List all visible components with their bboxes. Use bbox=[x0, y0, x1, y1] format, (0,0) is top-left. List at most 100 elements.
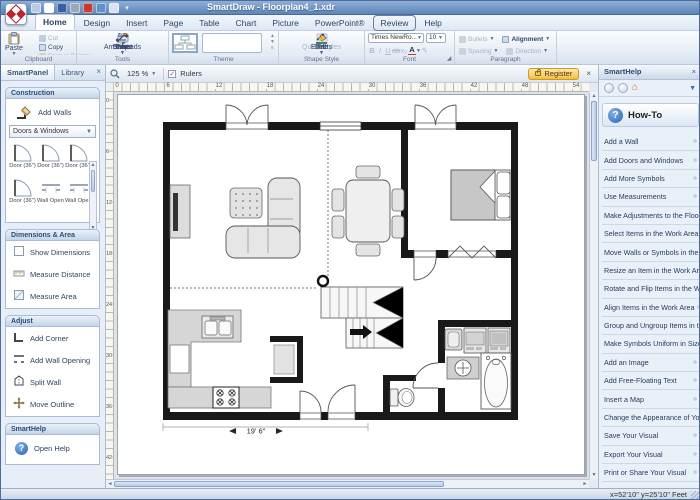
ottoman[interactable] bbox=[230, 188, 262, 218]
drawing-viewport[interactable]: 19' 6" bbox=[114, 92, 589, 479]
smartpanel-close-icon[interactable]: × bbox=[92, 65, 105, 80]
picture-icon[interactable] bbox=[96, 3, 106, 13]
refrigerator[interactable] bbox=[170, 345, 189, 373]
bathtub[interactable] bbox=[481, 353, 511, 409]
email-icon[interactable] bbox=[83, 3, 93, 13]
dining-table[interactable] bbox=[346, 180, 390, 242]
tab-design[interactable]: Design bbox=[77, 16, 117, 30]
kitchen[interactable] bbox=[168, 310, 294, 408]
add-wall-opening-button[interactable]: Add Wall Opening bbox=[6, 349, 99, 371]
layout-icon[interactable] bbox=[109, 3, 119, 13]
smarthelp-close-icon[interactable]: × bbox=[692, 65, 696, 79]
dryer[interactable] bbox=[488, 328, 510, 353]
alignment-button[interactable]: Alignment▼ bbox=[502, 35, 550, 43]
dining-set[interactable] bbox=[332, 166, 404, 256]
split-wall-button[interactable]: Split Wall bbox=[6, 371, 99, 393]
smarthelp-section-header[interactable]: SmartHelp bbox=[5, 423, 100, 435]
rulers-checkbox[interactable]: ✓ bbox=[168, 70, 176, 78]
howto-item-15[interactable]: Insert a Map» bbox=[602, 390, 699, 408]
scroll-down-arrow[interactable]: ▼ bbox=[590, 471, 598, 479]
bullets-button[interactable]: Bullets▼ bbox=[459, 35, 494, 43]
howto-item-14[interactable]: Add Free-Floating Text» bbox=[602, 372, 699, 390]
howto-item-10[interactable]: Align Items in the Work Area» bbox=[602, 299, 699, 317]
howto-item-8[interactable]: Resize an Item in the Work Area» bbox=[602, 262, 699, 280]
washer[interactable] bbox=[464, 328, 486, 353]
add-corner-button[interactable]: Add Corner bbox=[6, 327, 99, 349]
howto-item-13[interactable]: Add an Image» bbox=[602, 354, 699, 372]
stove[interactable] bbox=[213, 387, 239, 408]
tab-insert[interactable]: Insert bbox=[119, 16, 154, 30]
living-room[interactable] bbox=[170, 178, 300, 258]
nav-back-icon[interactable] bbox=[604, 83, 614, 93]
howto-item-19[interactable]: Print or Share Your Visual» bbox=[602, 464, 699, 482]
tab-powerpoint[interactable]: PowerPoint® bbox=[308, 16, 372, 30]
tv-console[interactable] bbox=[170, 185, 190, 238]
measure-area-button[interactable]: Measure Area bbox=[6, 285, 99, 307]
howto-item-7[interactable]: Move Walls or Symbols in the Wo...» bbox=[602, 243, 699, 261]
howto-item-2[interactable]: Add Doors and Windows» bbox=[602, 151, 699, 169]
strikethrough-button[interactable]: ab bbox=[392, 46, 400, 55]
horizontal-scrollbar[interactable]: ◄ ► bbox=[106, 479, 589, 488]
open-help-button[interactable]: ? Open Help bbox=[6, 435, 99, 461]
symbol-wall-opening-symbol[interactable]: Wall Open... bbox=[65, 175, 92, 209]
howto-item-1[interactable]: Add a Wall» bbox=[602, 133, 699, 151]
howto-item-5[interactable]: Make Adjustments to the Floor Plan» bbox=[602, 207, 699, 225]
window-symbol[interactable] bbox=[320, 122, 361, 130]
tab-page[interactable]: Page bbox=[156, 16, 190, 30]
tab-review[interactable]: Review bbox=[374, 16, 416, 30]
bold-button[interactable]: B bbox=[368, 46, 376, 55]
tab-table[interactable]: Table bbox=[192, 16, 226, 30]
document-page[interactable]: 19' 6" bbox=[117, 94, 585, 475]
bed[interactable] bbox=[451, 170, 510, 220]
bedroom[interactable] bbox=[451, 170, 510, 220]
symbol-door-symbol[interactable]: Door (36") bbox=[9, 140, 36, 174]
font-family-select[interactable]: Times NewRo...▼ bbox=[368, 33, 424, 43]
howto-item-12[interactable]: Make Symbols Uniform in Size» bbox=[602, 335, 699, 353]
kitchen-sink[interactable] bbox=[202, 316, 233, 338]
smartdraw-logo-button[interactable] bbox=[5, 3, 27, 25]
construction-header[interactable]: Construction bbox=[5, 87, 100, 99]
add-walls-button[interactable]: Add Walls bbox=[6, 99, 99, 125]
spacing-button[interactable]: Spacing▼ bbox=[459, 47, 498, 55]
symbol-door-symbol[interactable]: Door (36") bbox=[65, 140, 92, 174]
howto-item-16[interactable]: Change the Appearance of Your ...» bbox=[602, 409, 699, 427]
panel-menu-arrow-icon[interactable]: ▼ bbox=[689, 85, 696, 92]
howto-item-9[interactable]: Rotate and Flip Items in the Work...» bbox=[602, 280, 699, 298]
symbol-door-symbol[interactable]: Door (36") bbox=[9, 175, 36, 209]
subscript-button[interactable]: x₂ bbox=[400, 46, 408, 55]
print-icon[interactable] bbox=[70, 3, 80, 13]
howto-item-3[interactable]: Add More Symbols» bbox=[602, 170, 699, 188]
window-icon[interactable] bbox=[31, 3, 41, 13]
scroll-right-arrow[interactable]: ► bbox=[581, 480, 589, 488]
resize-grip[interactable] bbox=[691, 491, 700, 500]
effects-button[interactable]: ★ Effects▼ bbox=[311, 32, 332, 55]
font-dialog-launcher[interactable]: ◢ bbox=[445, 55, 453, 64]
howto-item-6[interactable]: Select Items in the Work Area» bbox=[602, 225, 699, 243]
tab-smartpanel[interactable]: SmartPanel bbox=[1, 65, 55, 80]
tab-home[interactable]: Home bbox=[35, 14, 75, 30]
tab-help[interactable]: Help bbox=[417, 16, 448, 30]
measure-distance-button[interactable]: Measure Distance bbox=[6, 263, 99, 285]
vertical-scrollbar[interactable]: ▲ ▼ bbox=[589, 92, 598, 479]
scroll-up-icon[interactable]: ▲ bbox=[90, 162, 96, 169]
staircase[interactable] bbox=[318, 276, 403, 348]
howto-item-18[interactable]: Export Your Visual» bbox=[602, 446, 699, 464]
pantry-shelf[interactable] bbox=[274, 345, 294, 374]
tab-picture[interactable]: Picture bbox=[265, 16, 305, 30]
tab-chart[interactable]: Chart bbox=[229, 16, 264, 30]
direction-button[interactable]: Direction▼ bbox=[506, 47, 548, 55]
scroll-up-arrow[interactable]: ▲ bbox=[590, 92, 598, 100]
theme-gallery[interactable] bbox=[202, 33, 262, 53]
arrowheads-tool-button[interactable]: Arrowheads▼ bbox=[104, 32, 141, 55]
adjust-header[interactable]: Adjust bbox=[5, 315, 100, 327]
italic-button[interactable]: I bbox=[376, 46, 384, 55]
floor-drain-fan[interactable] bbox=[447, 357, 479, 379]
theme-gallery-scroll[interactable]: ▲▼≡ bbox=[269, 33, 276, 51]
dimensions-area-header[interactable]: Dimensions & Area bbox=[5, 229, 100, 241]
howto-item-17[interactable]: Save Your Visual» bbox=[602, 427, 699, 445]
tab-library[interactable]: Library bbox=[55, 65, 90, 80]
paste-button[interactable]: Paste ▼ bbox=[5, 32, 23, 56]
register-button[interactable]: Register bbox=[528, 68, 579, 80]
font-size-select[interactable]: 10▼ bbox=[426, 33, 446, 43]
toilet[interactable] bbox=[390, 389, 414, 407]
